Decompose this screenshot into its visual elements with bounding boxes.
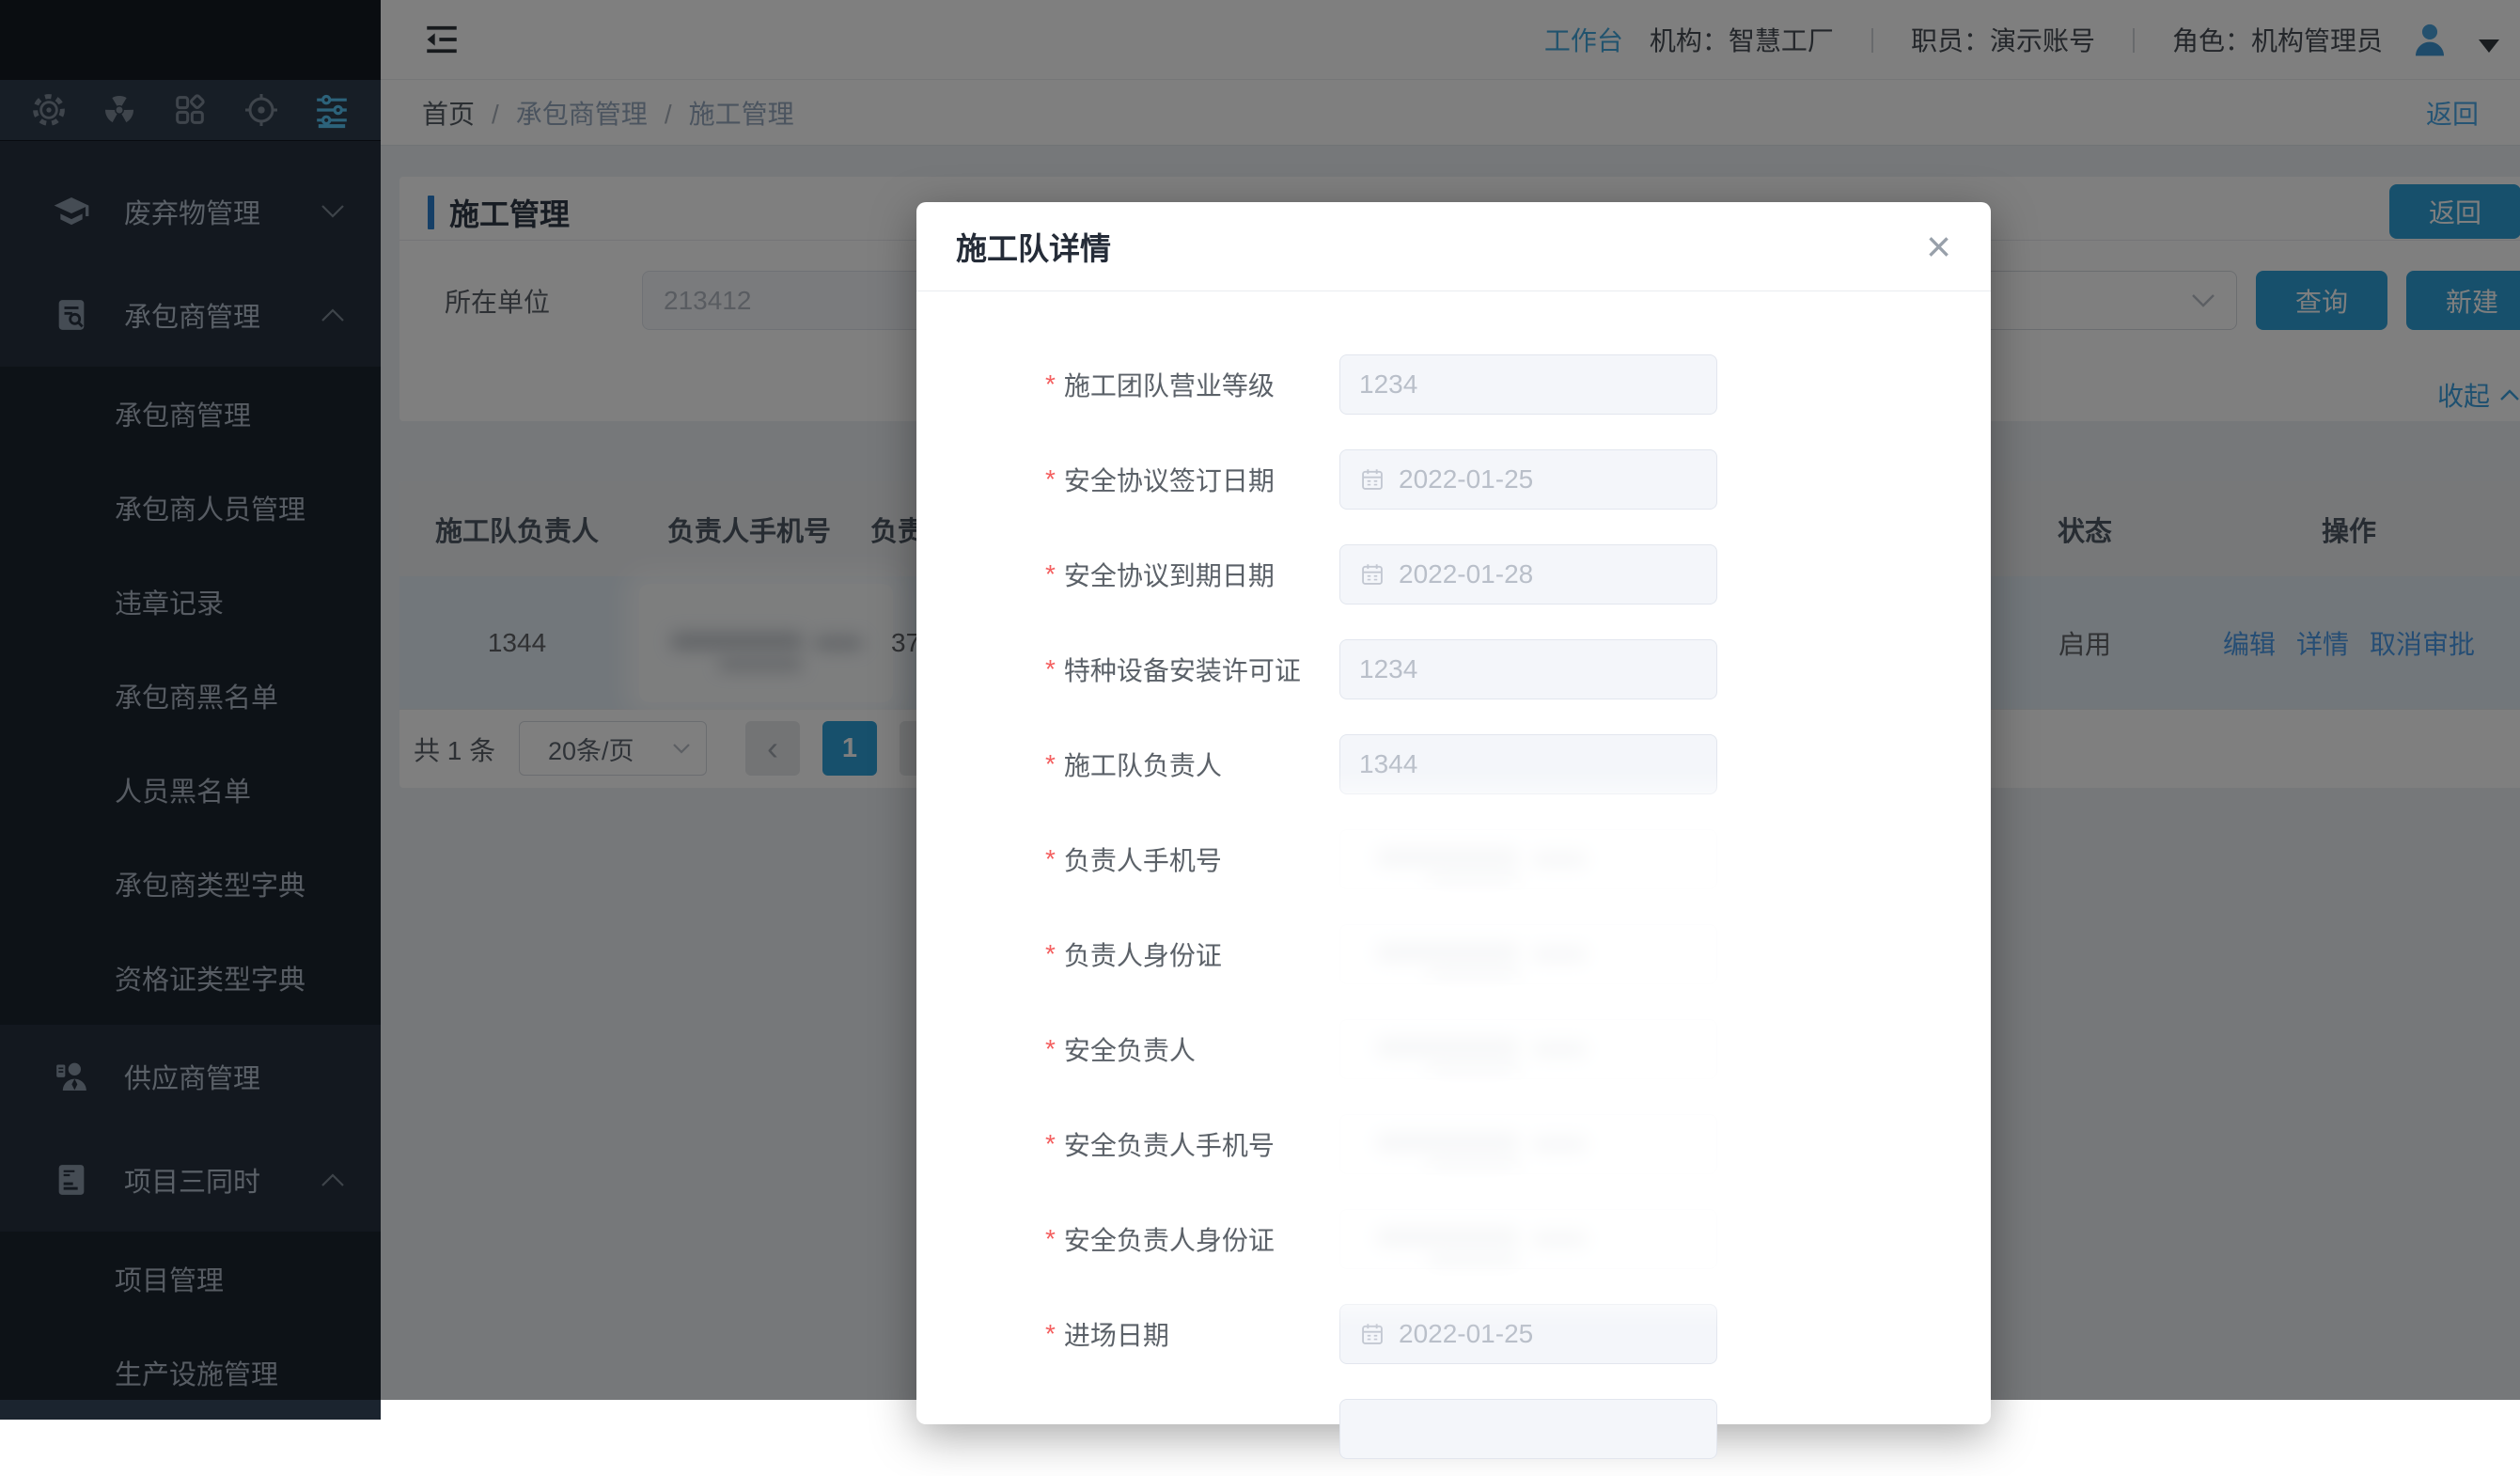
redacted-field <box>1339 1003 1866 1095</box>
field-label: *安全协议到期日期 <box>1045 556 1339 593</box>
redacted-field <box>1339 813 1866 905</box>
modal-field-row-0: *施工团队营业等级1234 <box>1045 337 1991 432</box>
required-asterisk: * <box>1045 1224 1056 1254</box>
required-asterisk: * <box>1045 749 1056 779</box>
field-label: *安全负责人手机号 <box>1045 1125 1339 1163</box>
modal-field-row-10: *进场日期2022-01-25 <box>1045 1286 1991 1381</box>
field-input[interactable] <box>1339 1399 1717 1459</box>
redacted-field <box>1339 1193 1866 1285</box>
app-root: 废弃物管理承包商管理承包商管理承包商人员管理违章记录承包商黑名单人员黑名单承包商… <box>0 0 2520 1400</box>
required-asterisk: * <box>1045 464 1056 495</box>
modal-field-row-6: *负责人身份证 <box>1045 906 1991 1001</box>
modal-field-row-7: *安全负责人 <box>1045 1001 1991 1096</box>
redacted-field <box>1339 908 1866 1000</box>
field-input[interactable]: 1344 <box>1339 734 1717 794</box>
date-input[interactable]: 2022-01-25 <box>1339 449 1717 510</box>
modal-field-row-2: *安全协议到期日期2022-01-28 <box>1045 526 1991 621</box>
close-icon[interactable]: × <box>1926 225 1951 268</box>
required-asterisk: * <box>1045 1319 1056 1349</box>
date-input[interactable]: 2022-01-25 <box>1339 1304 1717 1364</box>
required-asterisk: * <box>1045 939 1056 969</box>
modal-field-row-partial <box>1045 1381 1991 1476</box>
field-label: *施工队负责人 <box>1045 746 1339 783</box>
field-label: *进场日期 <box>1045 1315 1339 1353</box>
field-label: *安全负责人 <box>1045 1030 1339 1068</box>
redacted-field <box>1339 1098 1866 1190</box>
required-asterisk: * <box>1045 1034 1056 1064</box>
modal-title: 施工队详情 <box>956 224 1111 269</box>
date-input[interactable]: 2022-01-28 <box>1339 544 1717 605</box>
modal-field-row-4: *施工队负责人1344 <box>1045 716 1991 811</box>
calendar-icon <box>1359 561 1385 588</box>
field-label: *负责人手机号 <box>1045 840 1339 878</box>
modal-body: *施工团队营业等级1234*安全协议签订日期2022-01-25*安全协议到期日… <box>916 291 1991 1476</box>
required-asterisk: * <box>1045 844 1056 874</box>
required-asterisk: * <box>1045 654 1056 684</box>
field-label: *安全协议签订日期 <box>1045 461 1339 498</box>
modal-header: 施工队详情 × <box>916 202 1991 291</box>
field-label: *安全负责人身份证 <box>1045 1220 1339 1258</box>
modal-field-row-5: *负责人手机号 <box>1045 811 1991 906</box>
calendar-icon <box>1359 1321 1385 1347</box>
field-label: *特种设备安装许可证 <box>1045 651 1339 688</box>
modal-field-row-9: *安全负责人身份证 <box>1045 1191 1991 1286</box>
required-asterisk: * <box>1045 1129 1056 1159</box>
field-label: *施工团队营业等级 <box>1045 366 1339 403</box>
required-asterisk: * <box>1045 369 1056 400</box>
field-input[interactable]: 1234 <box>1339 354 1717 415</box>
modal-field-row-1: *安全协议签订日期2022-01-25 <box>1045 432 1991 526</box>
modal-field-row-3: *特种设备安装许可证1234 <box>1045 621 1991 716</box>
required-asterisk: * <box>1045 559 1056 589</box>
field-label: *负责人身份证 <box>1045 935 1339 973</box>
field-input[interactable]: 1234 <box>1339 639 1717 699</box>
modal-field-row-8: *安全负责人手机号 <box>1045 1096 1991 1191</box>
detail-modal: 施工队详情 × *施工团队营业等级1234*安全协议签订日期2022-01-25… <box>916 202 1991 1424</box>
calendar-icon <box>1359 466 1385 493</box>
